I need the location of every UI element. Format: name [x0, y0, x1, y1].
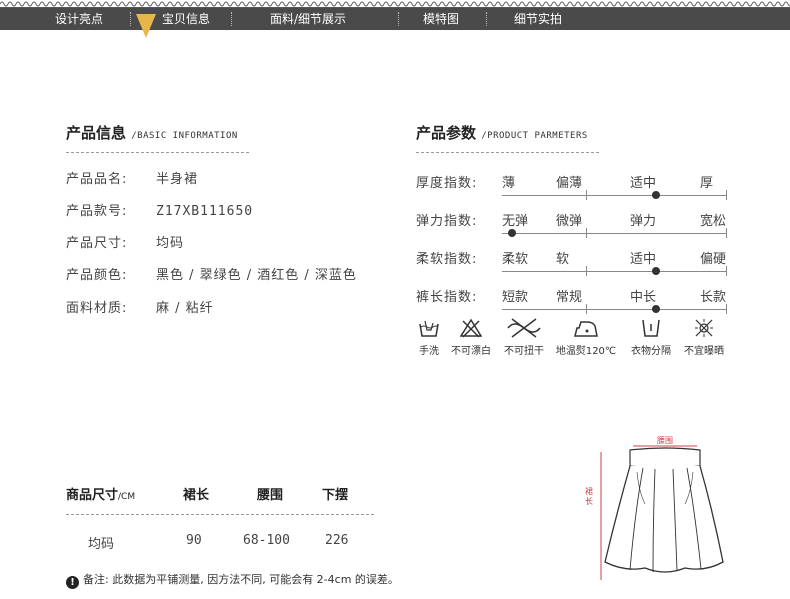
nav-separator [130, 12, 131, 26]
param-option: 偏薄 [556, 176, 583, 191]
active-nav-marker [136, 14, 156, 38]
param-selected-dot [508, 229, 516, 237]
param-option: 薄 [502, 176, 516, 191]
care-no-bleach: 不可漂白 [447, 318, 495, 357]
size-header-length: 裙长 [183, 488, 210, 503]
param-option: 适中 [630, 252, 657, 267]
param-option: 适中 [630, 176, 657, 191]
low-iron-icon [574, 321, 598, 337]
care-hand-wash: 手洗 [416, 318, 442, 357]
info-row-sku: 产品款号: Z17XB111650 [66, 204, 254, 219]
size-cell-size: 均码 [88, 537, 115, 552]
info-row-material: 面料材质: 麻 / 粘纤 [66, 301, 214, 316]
param-scale-line [502, 309, 726, 310]
hand-wash-icon [419, 320, 439, 337]
param-label: 弹力指数: [416, 214, 478, 229]
param-option: 软 [556, 252, 570, 267]
length-label-2: 长 [585, 496, 593, 506]
waist-label: 腰围 [657, 436, 673, 445]
param-scale-tick [586, 190, 587, 200]
care-no-wring: 不可扭干 [500, 318, 548, 357]
care-no-sun-dry: 不宜曝晒 [680, 318, 728, 357]
param-option: 常规 [556, 290, 583, 305]
divider [66, 152, 249, 153]
divider [416, 152, 599, 153]
nav-item-model[interactable]: 模特图 [423, 8, 459, 30]
product-info-title: 产品信息 /BASIC INFORMATION [66, 124, 238, 142]
param-scale-line [502, 271, 726, 272]
param-scale-tick [726, 266, 727, 276]
param-label: 厚度指数: [416, 176, 478, 191]
table-divider [66, 514, 374, 515]
param-option: 短款 [502, 290, 529, 305]
care-low-iron: 地温熨120℃ [554, 318, 618, 357]
param-scale-tick [726, 228, 727, 238]
nav-item-detail-photos[interactable]: 细节实拍 [514, 8, 562, 30]
param-scale-tick [586, 228, 587, 238]
param-option: 微弹 [556, 214, 583, 229]
param-scale-tick [586, 304, 587, 314]
care-hang-dry: 衣物分隔 [626, 318, 676, 357]
param-label: 裤长指数: [416, 290, 478, 305]
param-option: 中长 [630, 290, 657, 305]
nav-item-design[interactable]: 设计亮点 [55, 8, 103, 30]
skirt-diagram: 腰围 裙 长 [585, 436, 724, 580]
info-row-colors: 产品颜色: 黑色 / 翠绿色 / 酒红色 / 深蓝色 [66, 268, 357, 283]
nav-separator [398, 12, 399, 26]
length-label-1: 裙 [585, 486, 593, 496]
size-header-hem: 下摆 [322, 488, 349, 503]
param-selected-dot [652, 191, 660, 199]
nav-separator [231, 12, 232, 26]
param-option: 弹力 [630, 214, 657, 229]
top-nav-bar: 设计亮点 宝贝信息 面料/细节展示 模特图 细节实拍 [0, 8, 790, 30]
param-row: 柔软指数: 柔软 软 适中 偏硬 [416, 248, 727, 278]
measurement-note: ! 备注: 此数据为平铺测量, 因方法不同, 可能会有 2-4cm 的误差。 [66, 571, 399, 589]
size-cell-waist: 68-100 [243, 533, 290, 548]
param-option: 宽松 [700, 214, 727, 229]
param-selected-dot [652, 305, 660, 313]
nav-item-product-info[interactable]: 宝贝信息 [162, 8, 210, 30]
no-wring-icon [507, 318, 541, 338]
param-scale-line [502, 195, 726, 196]
param-option: 长款 [700, 290, 727, 305]
size-cell-length: 90 [186, 533, 202, 548]
param-scale-tick [726, 304, 727, 314]
size-header-waist: 腰围 [257, 488, 284, 503]
param-scale-tick [726, 190, 727, 200]
size-header-product: 商品尺寸/CM [66, 488, 136, 503]
top-wave-border [0, 1, 790, 8]
param-option: 柔软 [502, 252, 529, 267]
param-selected-dot [652, 267, 660, 275]
param-row: 裤长指数: 短款 常规 中长 长款 [416, 286, 727, 316]
param-option: 厚 [700, 176, 714, 191]
warning-icon: ! [66, 576, 79, 589]
param-row: 弹力指数: 无弹 微弹 弹力 宽松 [416, 210, 727, 240]
size-cell-hem: 226 [325, 533, 349, 548]
param-scale-line [502, 233, 726, 234]
info-row-name: 产品品名: 半身裙 [66, 172, 199, 187]
param-option: 偏硬 [700, 252, 727, 267]
product-params-title: 产品参数 /PRODUCT PARMETERS [416, 124, 588, 142]
nav-item-fabric-detail[interactable]: 面料/细节展示 [270, 8, 346, 30]
info-row-size: 产品尺寸: 均码 [66, 236, 185, 251]
hang-dry-icon [642, 319, 660, 337]
param-scale-tick [586, 266, 587, 276]
param-option: 无弹 [502, 214, 529, 229]
no-sun-dry-icon [695, 319, 713, 337]
param-row: 厚度指数: 薄 偏薄 适中 厚 [416, 172, 727, 202]
no-bleach-icon [460, 318, 482, 338]
nav-separator [486, 12, 487, 26]
param-label: 柔软指数: [416, 252, 478, 267]
